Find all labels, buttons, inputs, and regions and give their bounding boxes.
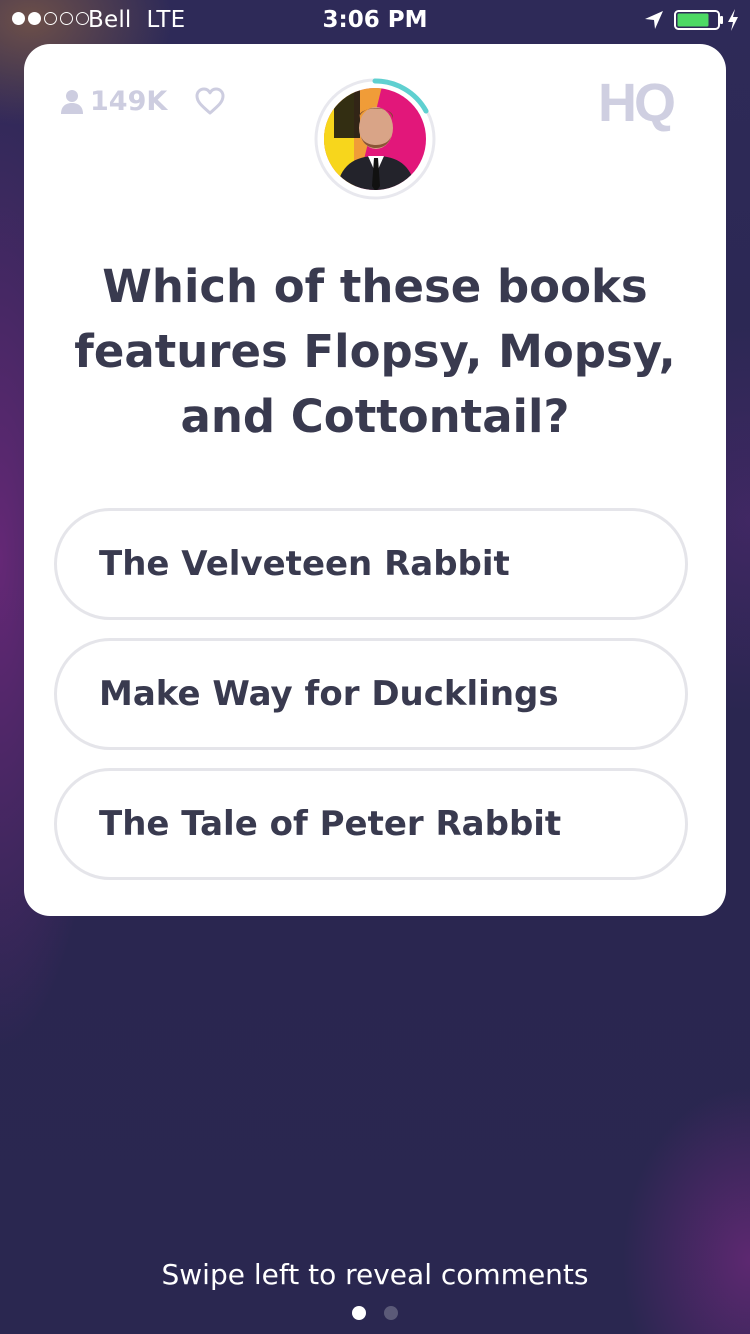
status-bar: Bell LTE 3:06 PM bbox=[0, 0, 750, 40]
host-avatar bbox=[314, 78, 436, 200]
battery-icon bbox=[674, 10, 723, 30]
page-indicator[interactable] bbox=[0, 1306, 750, 1320]
viewer-count-label: 149K bbox=[90, 86, 168, 117]
answer-option-2[interactable]: Make Way for Ducklings bbox=[54, 638, 688, 750]
answer-option-1[interactable]: The Velveteen Rabbit bbox=[54, 508, 688, 620]
question-card: 149K HQ Which of these books features Fl… bbox=[24, 44, 726, 916]
question-text: Which of these books features Flopsy, Mo… bbox=[74, 260, 676, 443]
viewer-count: 149K bbox=[60, 86, 167, 117]
status-time: 3:06 PM bbox=[322, 7, 428, 33]
answer-option-3[interactable]: The Tale of Peter Rabbit bbox=[54, 768, 688, 880]
page-dot[interactable] bbox=[384, 1306, 398, 1320]
answer-label: The Velveteen Rabbit bbox=[99, 544, 510, 584]
heart-icon[interactable] bbox=[194, 86, 226, 116]
person-icon bbox=[61, 89, 83, 114]
page-dot-active[interactable] bbox=[352, 1306, 366, 1320]
charging-bolt-icon bbox=[728, 9, 738, 31]
answer-label: The Tale of Peter Rabbit bbox=[99, 804, 562, 844]
answer-label: Make Way for Ducklings bbox=[99, 674, 559, 714]
location-arrow-icon bbox=[645, 11, 663, 29]
swipe-hint: Swipe left to reveal comments bbox=[161, 1258, 589, 1291]
hq-logo: HQ bbox=[598, 73, 676, 133]
